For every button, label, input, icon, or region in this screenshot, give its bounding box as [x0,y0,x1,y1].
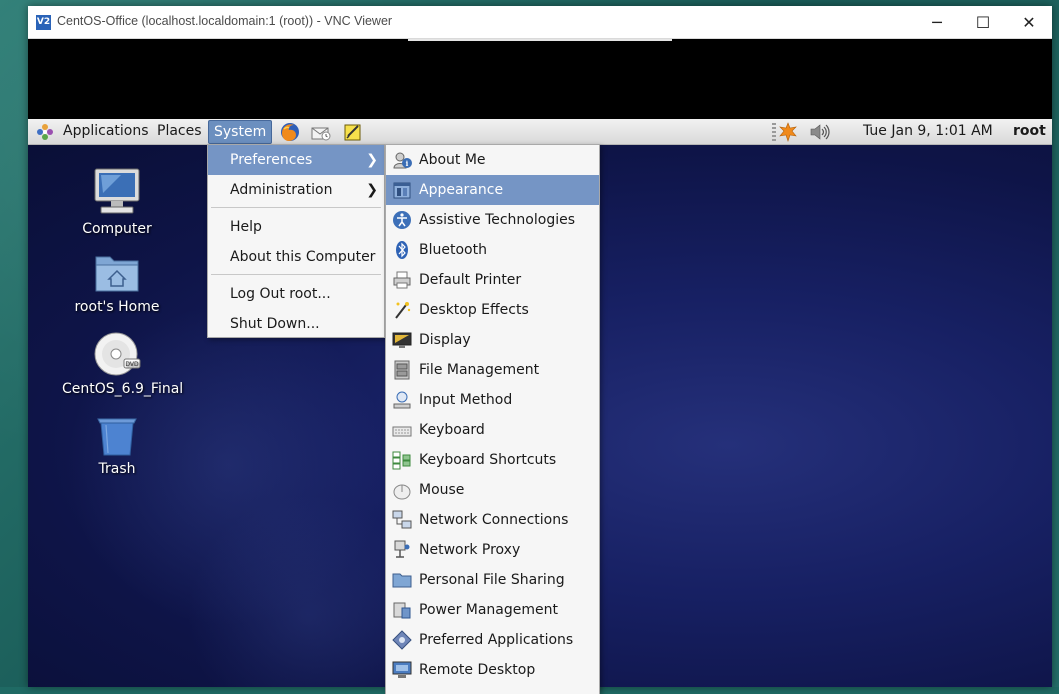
menu-item-help[interactable]: Help [208,212,384,242]
network-connections-icon [392,510,412,529]
menu-item-power-management[interactable]: Power Management [386,595,599,625]
remote-screen-blank-area [28,39,1052,119]
menu-item-default-printer[interactable]: Default Printer [386,265,599,295]
accessibility-icon [393,211,411,229]
minimize-button[interactable]: ─ [914,6,960,38]
printer-icon [393,271,411,289]
places-menu[interactable]: Places [157,119,202,144]
menu-item-personal-file-sharing[interactable]: Personal File Sharing [386,565,599,595]
updates-icon[interactable] [778,122,798,142]
menu-item-preferences[interactable]: Preferences ❯ [208,145,384,175]
menu-item-display[interactable]: Display [386,325,599,355]
maximize-button[interactable]: ☐ [960,6,1006,38]
menu-item-network-connections[interactable]: Network Connections [386,505,599,535]
desktop-icon-home[interactable]: root's Home [62,251,172,315]
panel-user[interactable]: root [1013,119,1046,144]
applications-icon [37,124,53,140]
vnc-viewer-window: V2 CentOS-Office (localhost.localdomain:… [28,6,1052,694]
menu-item-keyboard[interactable]: Keyboard [386,415,599,445]
menu-item-desktop-effects[interactable]: Desktop Effects [386,295,599,325]
vnc-app-icon: V2 [36,15,51,30]
menu-item-file-management[interactable]: File Management [386,355,599,385]
dvd-icon: DVD [94,332,141,376]
menu-item-assistive-technologies[interactable]: Assistive Technologies [386,205,599,235]
menu-separator [211,207,381,208]
system-menu[interactable]: System [208,120,273,144]
menu-item-about-me[interactable]: i About Me [386,145,599,175]
menu-item-appearance[interactable]: Appearance [386,175,599,205]
menu-item-mouse[interactable]: Mouse [386,475,599,505]
about-me-icon: i [393,152,412,169]
window-titlebar[interactable]: V2 CentOS-Office (localhost.localdomain:… [28,6,1052,39]
close-button[interactable]: ✕ [1006,6,1052,38]
computer-icon [94,168,140,214]
menu-item-network-proxy[interactable]: Network Proxy [386,535,599,565]
remote-desktop-icon [392,661,412,678]
menu-item-administration[interactable]: Administration ❯ [208,175,384,205]
desktop-icon-label: root's Home [74,299,160,315]
menu-item-shut-down[interactable]: Shut Down... [208,309,384,339]
menu-item-input-method[interactable]: Input Method [386,385,599,415]
desktop-icon-label: Trash [98,461,136,477]
mail-icon[interactable] [310,121,332,143]
top-panel: Applications Places System Tue Jan 9, 1:… [28,119,1052,145]
chevron-right-icon: ❯ [366,152,378,168]
chevron-right-icon: ❯ [366,182,378,198]
desktop-icon-trash[interactable]: Trash [62,413,172,477]
volume-icon[interactable] [809,123,831,141]
system-dropdown-menu: Preferences ❯ Administration ❯ Help Abou… [207,144,385,338]
menu-item-log-out[interactable]: Log Out root... [208,279,384,309]
display-icon [392,332,412,348]
mouse-icon [393,484,411,500]
trash-icon [97,418,137,456]
file-management-icon [394,360,410,380]
desktop-icon-computer[interactable]: Computer [62,167,172,237]
desktop-icon-label: Computer [82,221,152,237]
menu-separator [211,274,381,275]
desktop-effects-icon [395,302,411,319]
menu-item-preferred-applications[interactable]: Preferred Applications [386,625,599,655]
preferences-submenu: i About Me Appearance Assistive Technolo… [385,144,600,694]
menu-item-bluetooth[interactable]: Bluetooth [386,235,599,265]
menu-item-remote-desktop[interactable]: Remote Desktop [386,655,599,685]
firefox-icon[interactable] [279,121,301,143]
panel-separator [772,123,776,141]
input-method-icon [393,391,411,409]
keyboard-icon [392,426,412,437]
network-proxy-icon [394,540,410,558]
bluetooth-icon [396,241,408,259]
panel-clock[interactable]: Tue Jan 9, 1:01 AM [863,119,993,144]
keyboard-shortcuts-icon [392,451,411,470]
desktop-icon-dvd[interactable]: DVD CentOS_6.9_Final [62,331,184,397]
appearance-icon [393,182,411,199]
power-management-icon [393,602,411,619]
file-sharing-icon [392,573,412,588]
menu-item-keyboard-shortcuts[interactable]: Keyboard Shortcuts [386,445,599,475]
svg-text:DVD: DVD [125,361,139,368]
preferred-apps-icon [392,630,412,650]
menu-item-about-computer[interactable]: About this Computer [208,242,384,272]
svg-text:i: i [406,159,409,168]
applications-menu[interactable]: Applications [63,119,149,144]
home-folder-icon [95,256,139,292]
remote-screen-stripe [408,39,672,41]
desktop-icon-label: CentOS_6.9_Final [62,381,184,397]
notes-icon[interactable] [342,121,364,143]
window-title: CentOS-Office (localhost.localdomain:1 (… [57,14,393,28]
